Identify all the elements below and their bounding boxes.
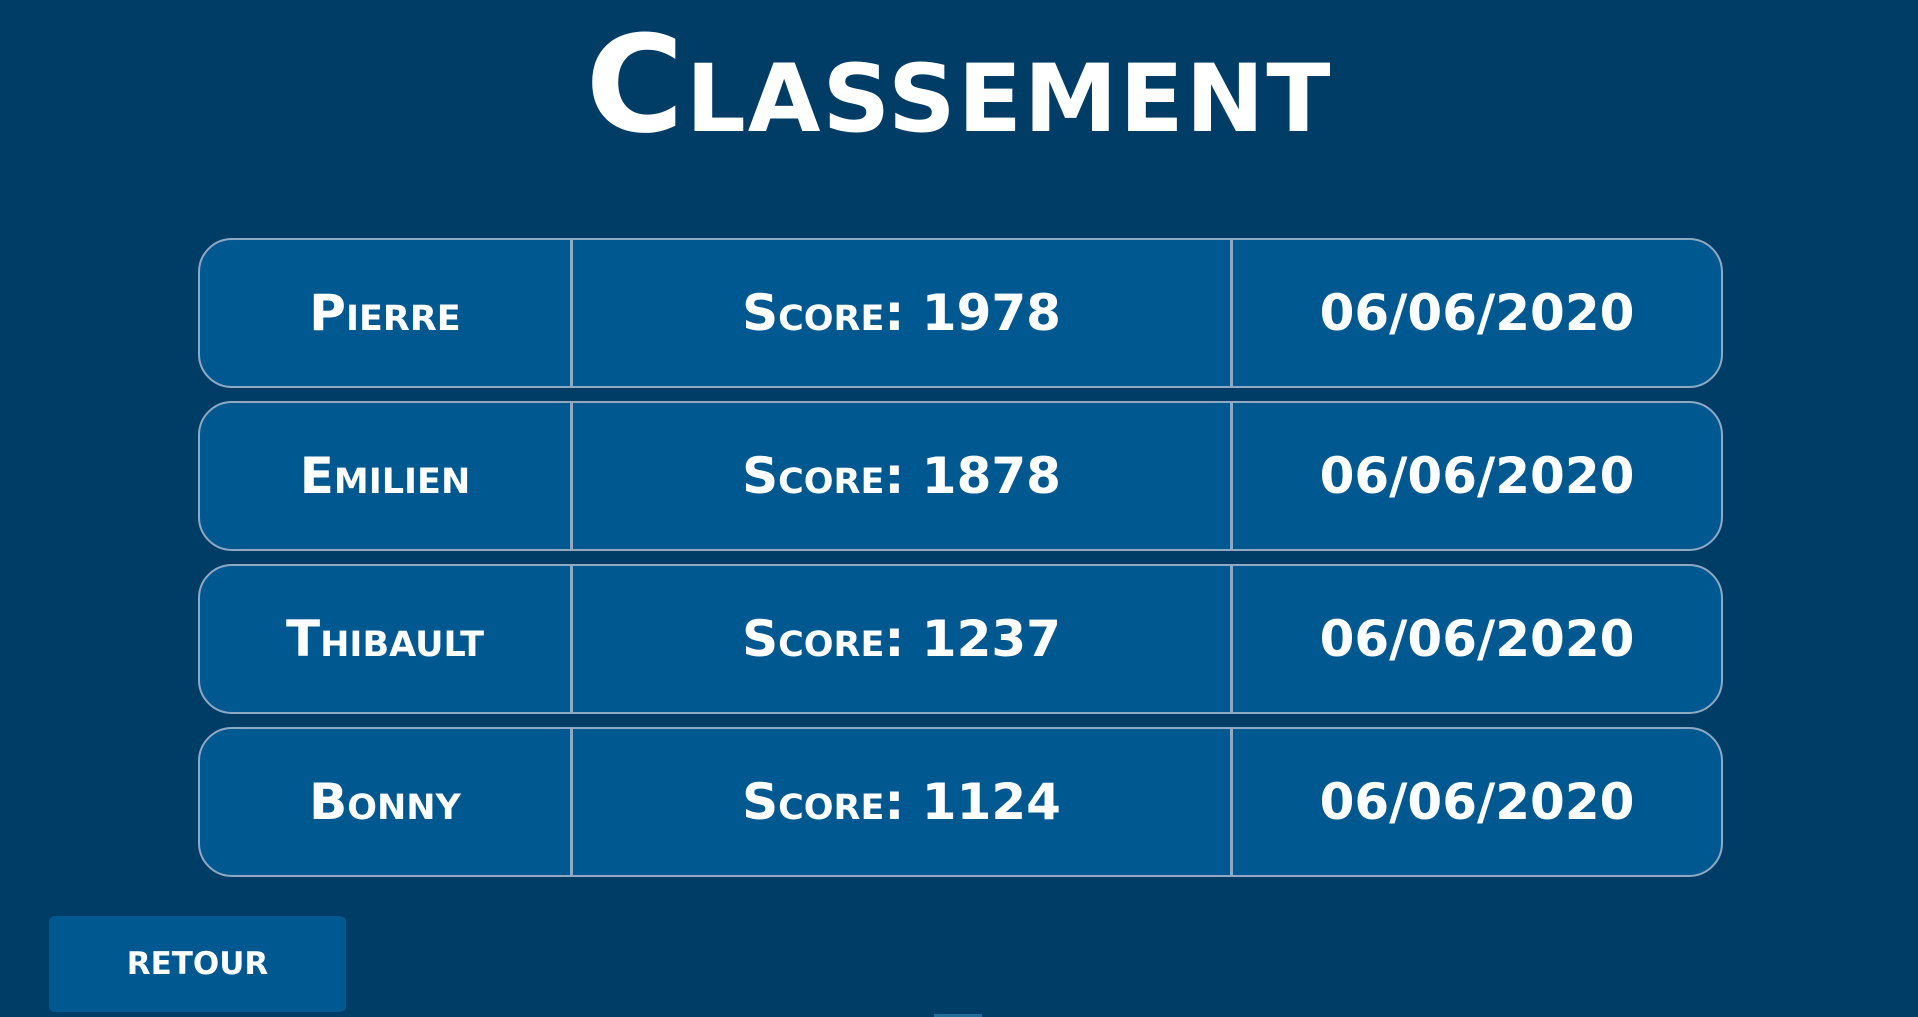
leaderboard-row: Bonny Score: 1124 06/06/2020 [198, 727, 1723, 877]
page-title: Classement [585, 7, 1333, 163]
leaderboard-row: Emilien Score: 1878 06/06/2020 [198, 401, 1723, 551]
score-date: 06/06/2020 [1319, 284, 1635, 342]
player-score: Score: 1878 [570, 403, 1233, 549]
leaderboard-row: Pierre Score: 1978 06/06/2020 [198, 238, 1723, 388]
score-date: 06/06/2020 [1319, 447, 1635, 505]
player-score: Score: 1978 [570, 240, 1233, 386]
player-name: Emilien [299, 447, 471, 505]
player-name: Bonny [309, 773, 461, 831]
player-name: Pierre [309, 284, 461, 342]
score-date: 06/06/2020 [1319, 773, 1635, 831]
player-score: Score: 1124 [570, 729, 1233, 875]
score-date: 06/06/2020 [1319, 610, 1635, 668]
leaderboard-row: Thibault Score: 1237 06/06/2020 [198, 564, 1723, 714]
player-name: Thibault [286, 610, 484, 668]
leaderboard-table: Pierre Score: 1978 06/06/2020 Emilien Sc… [198, 238, 1723, 890]
player-score: Score: 1237 [570, 566, 1233, 712]
back-button[interactable]: RETOUR [49, 916, 346, 1012]
